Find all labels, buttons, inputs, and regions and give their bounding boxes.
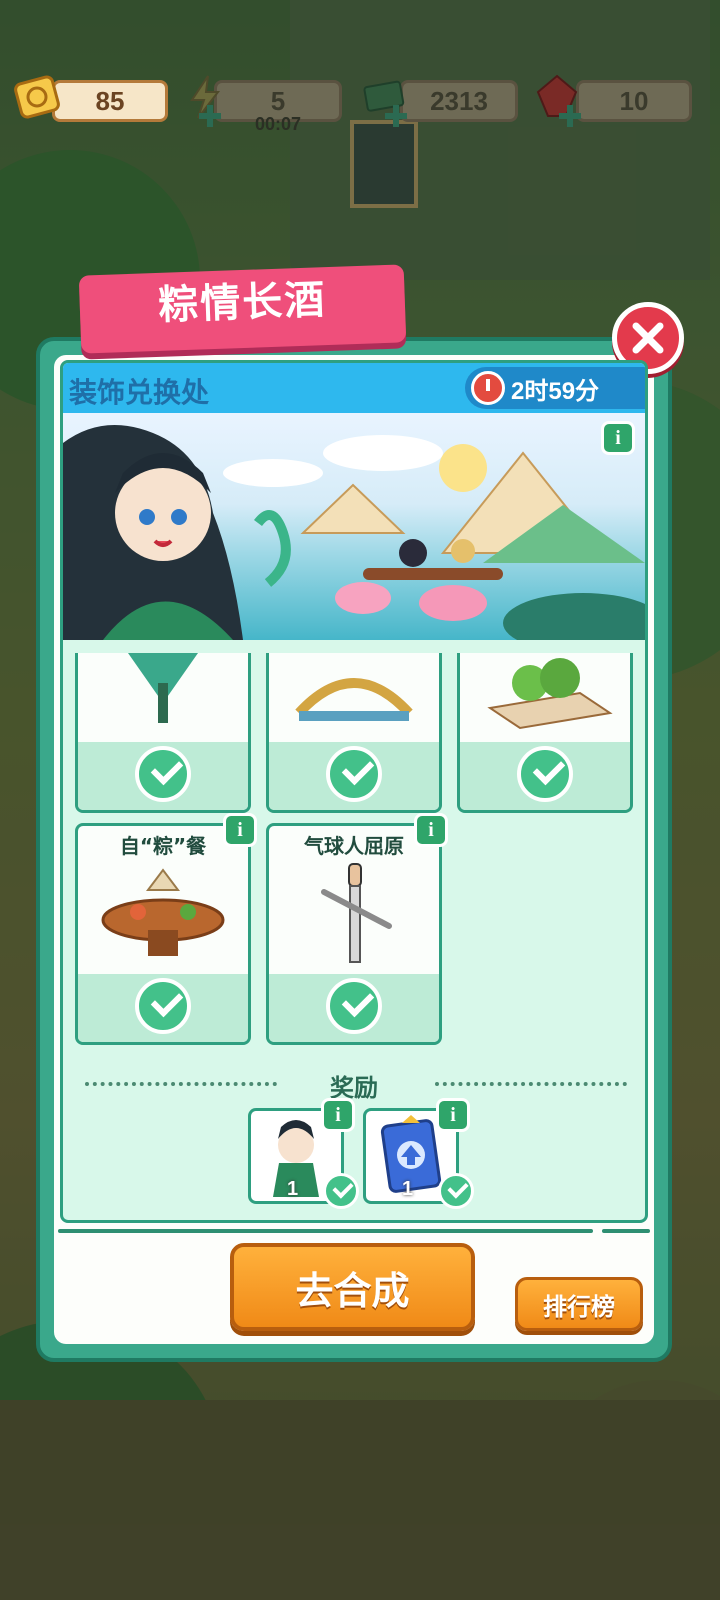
claimed-check-icon: [135, 978, 191, 1034]
claimed-check-icon: [135, 746, 191, 802]
time-left: 2时59分: [511, 377, 600, 405]
event-title-banner: 粽情长酒: [78, 264, 407, 354]
ticket-icon: [10, 70, 64, 124]
claimed-check-icon: [326, 746, 382, 802]
cash-counter: 2313: [400, 80, 518, 122]
illustration-info-icon[interactable]: i: [601, 421, 635, 455]
add-gem-icon[interactable]: [556, 102, 584, 130]
gem-counter: 10: [576, 80, 692, 122]
banner-decoration-icon: [128, 653, 198, 723]
coupon-counter: 85: [52, 80, 168, 122]
bottom-divider-end: [602, 1229, 650, 1233]
decoration-card-zongzi-meal[interactable]: 自“粽”餐: [75, 823, 251, 1045]
bridge-decoration-icon: [295, 678, 413, 721]
go-merge-button[interactable]: 去合成: [230, 1243, 475, 1331]
claimed-check-icon: [323, 1173, 359, 1209]
countdown-timer: 2时59分: [465, 367, 645, 409]
balloon-man-icon: [321, 863, 392, 963]
decoration-card[interactable]: [457, 653, 633, 813]
event-illustration: i: [63, 413, 645, 640]
reward-info-icon[interactable]: i: [321, 1098, 355, 1132]
close-icon: [632, 322, 664, 354]
reward-info-icon[interactable]: i: [436, 1098, 470, 1132]
reward-count: 1: [287, 1178, 299, 1200]
decoration-grid: 自“粽”餐 i 气球人屈原 i: [63, 653, 645, 1053]
energy-timer: 00:07: [254, 114, 302, 134]
claimed-check-icon: [517, 746, 573, 802]
clock-icon: [471, 371, 505, 405]
decoration-card[interactable]: [266, 653, 442, 813]
decoration-card[interactable]: [75, 653, 251, 813]
item-info-icon[interactable]: i: [223, 813, 257, 847]
reward-count: 1: [402, 1178, 414, 1200]
shop-content: 装饰兑换处 2时59分 i 自“粽”餐 i 气球人屈原 i 奖励 1 i 1 i: [60, 360, 648, 1223]
decoration-card-balloon-quyuan[interactable]: 气球人屈原: [266, 823, 442, 1045]
shop-title: 装饰兑换处: [69, 376, 210, 409]
add-cash-icon[interactable]: [382, 102, 410, 130]
add-energy-icon[interactable]: [196, 102, 224, 130]
leaderboard-button[interactable]: 排行榜: [515, 1277, 643, 1331]
event-title: 粽情长酒: [157, 277, 328, 329]
dragon-boat-scene: [63, 425, 645, 640]
claimed-check-icon: [438, 1173, 474, 1209]
bottom-divider: [58, 1229, 593, 1233]
claimed-check-icon: [326, 978, 382, 1034]
divider-right: [435, 1082, 627, 1086]
zongzi-table-icon: [101, 868, 225, 956]
shop-header: 装饰兑换处 2时59分: [63, 363, 645, 413]
bamboo-garden-icon: [487, 658, 613, 730]
item-info-icon[interactable]: i: [414, 813, 448, 847]
